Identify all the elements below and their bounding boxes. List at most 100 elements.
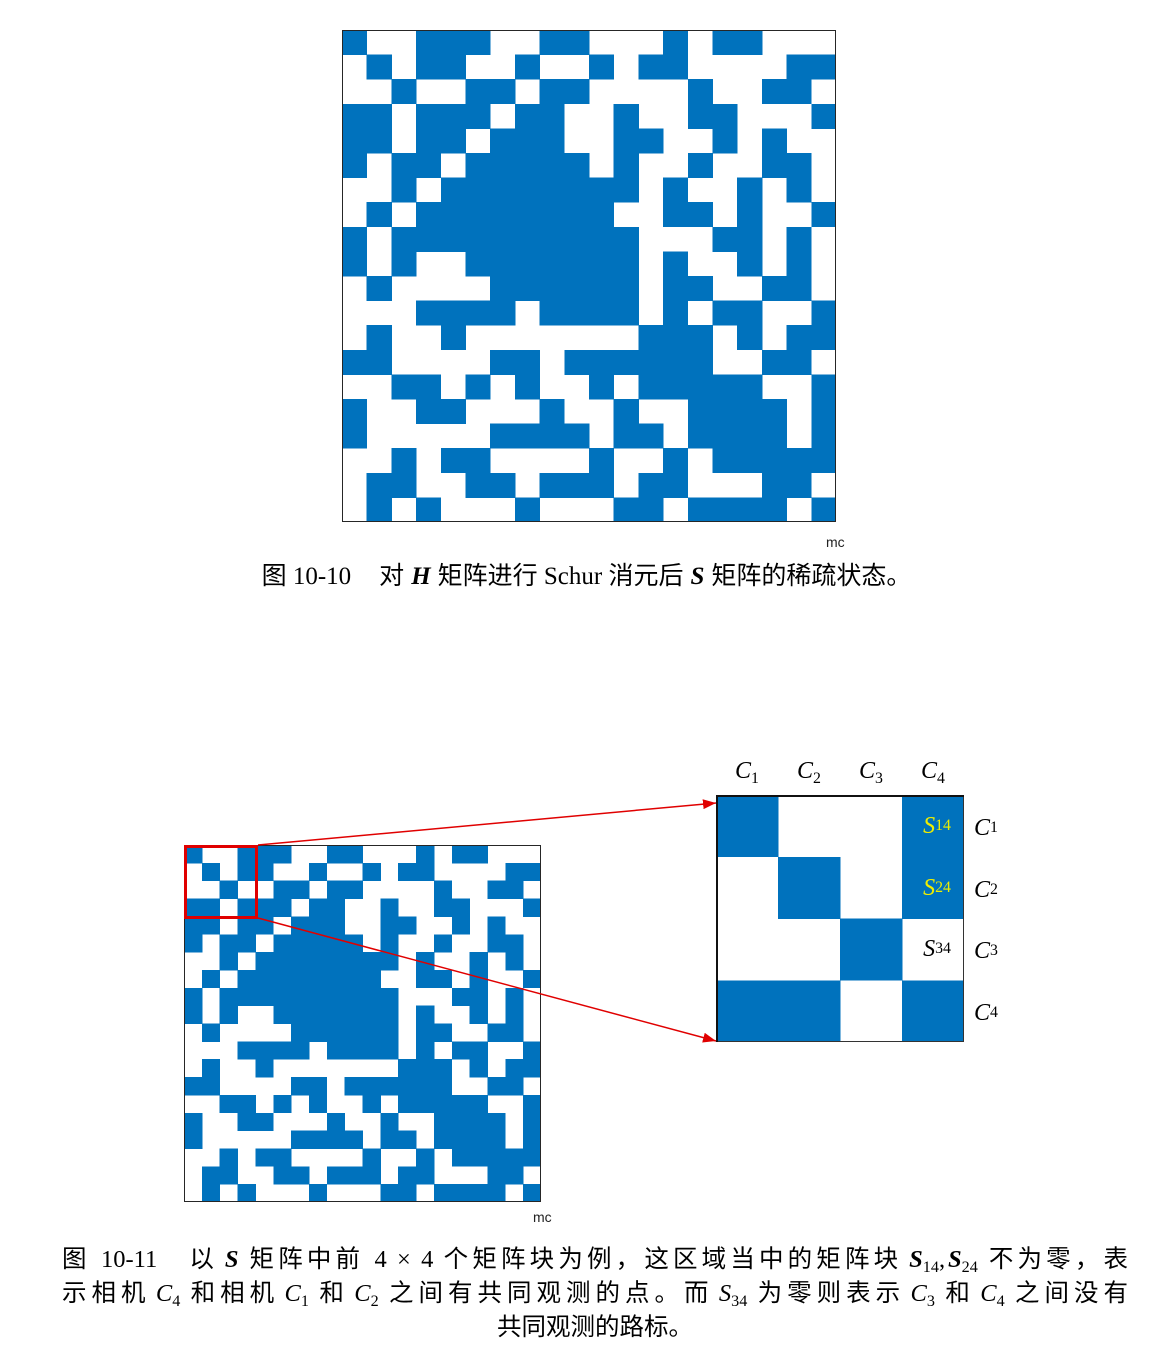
symbol-base: C	[354, 1280, 371, 1307]
nonzero-entry-r12-c12	[613, 300, 639, 326]
figure-number: 图 10-11	[62, 1246, 158, 1273]
caption-text: 和	[940, 1280, 975, 1307]
nonzero-entry-r12-c10	[344, 1041, 363, 1060]
nonzero-entry-r7-c5	[255, 952, 274, 971]
nonzero-entry-r16-c20	[811, 399, 836, 424]
nonzero-entry-r14-c10	[344, 1077, 363, 1096]
nonzero-entry-r18-c14	[416, 1148, 435, 1167]
caption-text: 共同观测的路标。	[497, 1314, 693, 1341]
nonzero-entry-r18-c20	[811, 448, 836, 474]
camera-symbol-c1: C1	[285, 1280, 309, 1309]
plot-footnote: mc	[826, 534, 845, 550]
nonzero-entry-r15-c13	[638, 374, 664, 400]
nonzero-entry-r6-c19	[505, 934, 524, 953]
label-base: S	[923, 812, 936, 839]
nonzero-entry-r3-c19	[786, 79, 812, 105]
nonzero-entry-r19-c11	[362, 1166, 381, 1185]
nonzero-entry-r12-c9	[539, 300, 565, 326]
nonzero-entry-r6-c18	[761, 153, 787, 178]
nonzero-entry-r4-c16	[451, 898, 470, 917]
nonzero-entry-r17-c20	[523, 1130, 541, 1149]
nonzero-entry-r16-c18	[761, 399, 787, 424]
nonzero-entry-r11-c12	[613, 276, 639, 301]
nonzero-entry-r10-c6	[465, 251, 491, 277]
symbol-subscript: 3	[926, 1292, 935, 1310]
nonzero-entry-r6-c1	[184, 934, 203, 953]
nonzero-entry-r6-c3	[391, 153, 417, 178]
nonzero-entry-r12-c16	[712, 300, 738, 326]
nonzero-entry-r11-c10	[344, 1023, 363, 1042]
nonzero-entry-r1-c1	[184, 845, 203, 864]
nonzero-entry-r2-c4	[416, 54, 442, 80]
nonzero-entry-r3-c9	[539, 79, 565, 105]
nonzero-entry-r4-c20	[811, 103, 836, 129]
nonzero-entry-r19-c11	[589, 472, 615, 498]
nonzero-entry-r18-c19	[505, 1148, 524, 1167]
nonzero-entry-r14-c13	[398, 1077, 417, 1096]
nonzero-entry-r7-c3	[391, 177, 417, 203]
nonzero-entry-r13-c15	[687, 325, 713, 351]
nonzero-entry-r17-c7	[490, 423, 516, 449]
nonzero-entry-r1-c9	[326, 845, 346, 864]
nonzero-entry-r15-c8	[308, 1094, 328, 1114]
nonzero-entry-r8-c10	[564, 202, 590, 228]
nonzero-entry-r5-c5	[440, 128, 466, 154]
nonzero-entry-r2-c20	[811, 54, 836, 80]
nonzero-entry-r20-c18	[761, 497, 787, 522]
nonzero-entry-r2-c2	[201, 862, 221, 882]
nonzero-entry-r12-c5	[440, 300, 466, 326]
sparsity-cells	[342, 30, 836, 522]
row-label-c1: C1	[974, 814, 998, 841]
nonzero-entry-r2-c11	[589, 54, 615, 80]
nonzero-entry-r9-c19	[505, 987, 524, 1007]
nonzero-entry-r17-c1	[184, 1130, 203, 1149]
nonzero-entry-r1-c5	[440, 30, 466, 55]
nonzero-entry-r8-c8	[308, 969, 328, 989]
nonzero-entry-r14-c2	[201, 1077, 221, 1096]
nonzero-entry-r6-c6	[465, 153, 491, 178]
nonzero-entry-r17-c18	[487, 1130, 506, 1149]
nonzero-entry-r15-c6	[273, 1094, 292, 1114]
camera-symbol-c4: C4	[980, 1280, 1004, 1309]
nonzero-entry-r2-c13	[638, 54, 664, 80]
nonzero-entry-r10-c19	[505, 1005, 524, 1024]
nonzero-entry-r10-c12	[380, 1005, 399, 1024]
nonzero-entry-r10-c3	[391, 251, 417, 277]
nonzero-entry-r11-c8	[514, 276, 540, 301]
nonzero-entry-r1-c17	[737, 30, 763, 55]
nonzero-entry-r18-c11	[589, 448, 615, 474]
nonzero-entry-r5-c2	[201, 916, 221, 935]
nonzero-entry-r11-c10	[564, 276, 590, 301]
nonzero-entry-r7-c6	[465, 177, 491, 203]
caption-text: 以	[185, 1246, 219, 1273]
nonzero-entry-r8-c6	[465, 202, 491, 228]
nonzero-entry-r20-c12	[380, 1184, 399, 1202]
block-label-s24: S 24	[923, 874, 951, 901]
nonzero-entry-r9-c6	[465, 226, 491, 252]
nonzero-entry-r20-c15	[687, 497, 713, 522]
block-symbol-s34: S34	[719, 1280, 747, 1309]
nonzero-entry-r9-c7	[490, 226, 516, 252]
nonzero-entry-r9-c1	[184, 987, 203, 1007]
nonzero-entry-r1-c1	[342, 30, 368, 55]
nonzero-entry-r10-c10	[344, 1005, 363, 1024]
nonzero-entry-r19-c13	[398, 1166, 417, 1185]
nonzero-entry-r18-c11	[362, 1148, 381, 1167]
nonzero-entry-r9-c9	[326, 987, 346, 1007]
nonzero-entry-r5-c18	[761, 128, 787, 154]
nonzero-entry-r18-c5	[255, 1148, 274, 1167]
matrix-symbol-s: S	[224, 1246, 239, 1273]
nonzero-entry-r3-c18	[487, 880, 506, 899]
nonzero-entry-r15-c11	[589, 374, 615, 400]
nonzero-entry-r12-c11	[589, 300, 615, 326]
zoom-block-labels: S 14 S 24 S 34	[716, 795, 964, 1042]
nonzero-entry-r3-c10	[564, 79, 590, 105]
nonzero-entry-r1-c4	[237, 845, 256, 864]
nonzero-entry-r1-c16	[712, 30, 738, 55]
nonzero-entry-r8-c2	[201, 969, 221, 989]
nonzero-entry-r3-c6	[465, 79, 491, 105]
nonzero-entry-r16-c4	[416, 399, 442, 424]
nonzero-entry-r11-c15	[433, 1023, 453, 1042]
nonzero-entry-r6-c1	[342, 153, 368, 178]
nonzero-entry-r16-c1	[342, 399, 368, 424]
